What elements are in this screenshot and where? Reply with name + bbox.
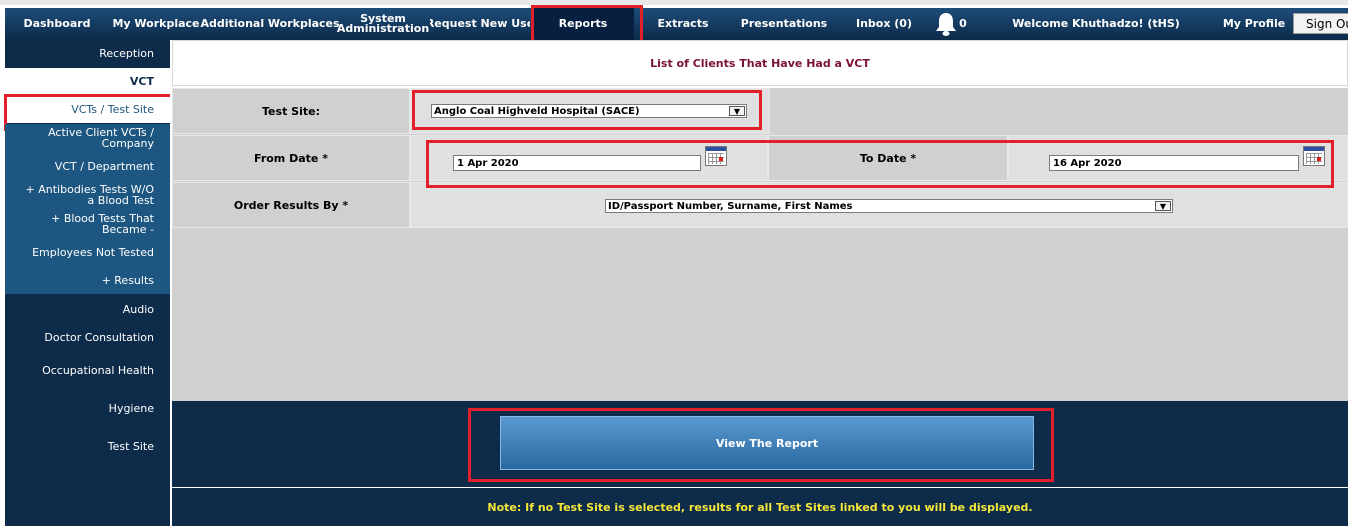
sidebar-item-vcts-test-site[interactable]: VCTs / Test Site	[4, 94, 176, 131]
nav-request-new-user[interactable]: Request New Use	[430, 8, 530, 40]
notifications-button[interactable]: 0	[934, 8, 968, 40]
nav-reports[interactable]: Reports	[531, 5, 643, 47]
chevron-down-icon: ▼	[1155, 201, 1171, 211]
nav-dashboard[interactable]: Dashboard	[14, 8, 100, 40]
nav-system-line2: Administration	[336, 22, 430, 35]
nav-extracts[interactable]: Extracts	[640, 8, 726, 40]
sidebar: Reception VCT VCTs / Test Site Active Cl…	[4, 40, 176, 526]
to-date-input[interactable]: 16 Apr 2020	[1049, 155, 1299, 171]
nav-additional-workplaces[interactable]: Additional Workplaces	[200, 8, 339, 40]
sidebar-item-antibodies-tests[interactable]: + Antibodies Tests W/O a Blood Test	[5, 180, 170, 210]
nav-inbox[interactable]: Inbox (0)	[846, 8, 922, 40]
sidebar-item-occupational-health[interactable]: Occupational Health	[5, 357, 170, 383]
order-results-cell: ID/Passport Number, Surname, First Names…	[410, 182, 1348, 228]
top-navigation: Dashboard My Workplace Additional Workpl…	[0, 0, 1348, 47]
sidebar-item-vct-department[interactable]: VCT / Department	[5, 152, 170, 180]
welcome-text: Welcome Khuthadzo! (tHS)	[1012, 17, 1180, 30]
bell-count: 0	[959, 17, 967, 30]
sign-out-button[interactable]: Sign Ou	[1293, 13, 1348, 34]
order-results-value: ID/Passport Number, Surname, First Names	[608, 200, 853, 212]
test-site-cell: Anglo Coal Highveld Hospital (SACE) ▼	[410, 88, 770, 134]
order-results-select[interactable]: ID/Passport Number, Surname, First Names…	[605, 199, 1173, 213]
main-content: List of Clients That Have Had a VCT Test…	[170, 40, 1348, 526]
from-date-cell: 1 Apr 2020	[410, 135, 768, 181]
bell-icon	[936, 13, 957, 36]
order-results-label: Order Results By *	[172, 182, 410, 228]
to-calendar-icon[interactable]	[1303, 146, 1325, 166]
top-strip	[0, 0, 1348, 5]
sidebar-item-vct[interactable]: VCT	[5, 68, 170, 94]
button-panel: View The Report	[172, 401, 1348, 487]
sidebar-item-doctor-consultation[interactable]: Doctor Consultation	[5, 324, 170, 350]
chevron-down-icon: ▼	[729, 106, 745, 116]
to-date-cell: 16 Apr 2020	[1008, 135, 1348, 181]
sidebar-item-active-client-vcts[interactable]: Active Client VCTs / Company	[5, 124, 170, 152]
nav-system-administration[interactable]: System Administration	[336, 8, 430, 40]
sidebar-item-results[interactable]: + Results	[5, 266, 170, 294]
sidebar-item-reception[interactable]: Reception	[5, 40, 170, 66]
sidebar-item-hygiene[interactable]: Hygiene	[5, 395, 170, 421]
sidebar-item-test-site[interactable]: Test Site	[5, 433, 170, 459]
test-site-label: Test Site:	[172, 88, 410, 134]
sidebar-item-audio[interactable]: Audio	[5, 296, 170, 322]
from-date-label: From Date *	[172, 135, 410, 181]
nav-presentations[interactable]: Presentations	[734, 8, 834, 40]
nav-my-profile[interactable]: My Profile	[1218, 8, 1290, 40]
sidebar-item-employees-not-tested[interactable]: Employees Not Tested	[5, 238, 170, 266]
report-title: List of Clients That Have Had a VCT	[172, 40, 1348, 86]
from-calendar-icon[interactable]	[705, 146, 727, 166]
from-date-input[interactable]: 1 Apr 2020	[453, 155, 701, 171]
view-report-button[interactable]: View The Report	[500, 416, 1034, 470]
sidebar-item-blood-tests[interactable]: + Blood Tests That Became -	[5, 210, 170, 238]
to-date-label: To Date *	[768, 135, 1008, 181]
nav-my-workplace[interactable]: My Workplace	[112, 8, 200, 40]
report-form: Test Site: Anglo Coal Highveld Hospital …	[172, 88, 1348, 401]
test-site-select[interactable]: Anglo Coal Highveld Hospital (SACE) ▼	[431, 104, 747, 118]
test-site-value: Anglo Coal Highveld Hospital (SACE)	[434, 105, 640, 117]
note-text: Note: If no Test Site is selected, resul…	[172, 488, 1348, 526]
